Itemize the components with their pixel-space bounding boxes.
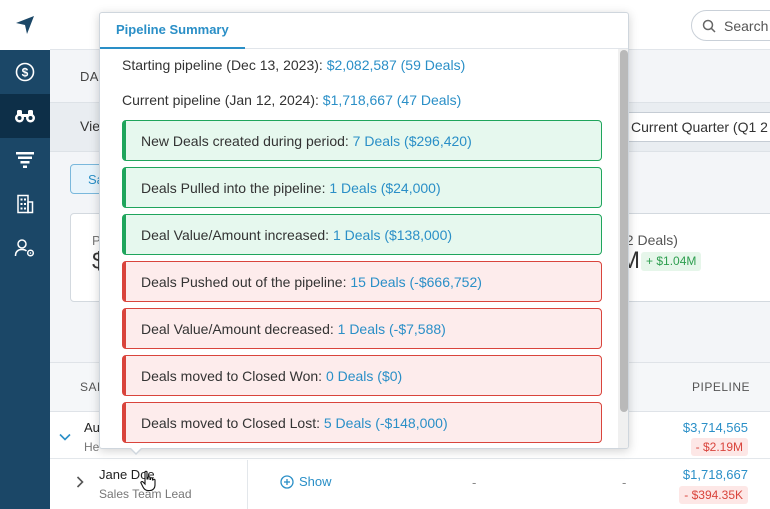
show-label: Show [299, 474, 332, 489]
sidebar-item-insights[interactable] [0, 94, 50, 138]
summary-item-label: Deals Pushed out of the pipeline: [141, 274, 351, 290]
summary-item-value[interactable]: 15 Deals (-$666,752) [350, 274, 482, 290]
svg-text:$: $ [22, 66, 29, 80]
summary-item-value[interactable]: 1 Deals (-$7,588) [338, 321, 446, 337]
search-icon [702, 19, 716, 33]
user-gear-icon [14, 239, 35, 257]
sidebar-item-accounts[interactable] [0, 182, 50, 226]
summary-item-closed-won[interactable]: Deals moved to Closed Won: 0 Deals ($0) [122, 355, 602, 396]
pipeline-summary-popover: Pipeline Summary Starting pipeline (Dec … [99, 12, 629, 449]
summary-item-closed-lost[interactable]: Deals moved to Closed Lost: 5 Deals (-$1… [122, 402, 602, 443]
summary-item-value-decreased[interactable]: Deal Value/Amount decreased: 1 Deals (-$… [122, 308, 602, 349]
tab-pipeline-summary[interactable]: Pipeline Summary [100, 13, 245, 49]
starting-pipeline-label: Starting pipeline (Dec 13, 2023): [122, 57, 327, 73]
summary-item-value-increased[interactable]: Deal Value/Amount increased: 1 Deals ($1… [122, 214, 602, 255]
app-logo[interactable] [0, 0, 50, 50]
funnel-icon [16, 152, 34, 168]
row-pipeline-value[interactable]: $3,714,565 [683, 420, 748, 435]
hand-cursor-icon [140, 470, 156, 492]
row-subtitle: He [84, 440, 100, 454]
paper-plane-icon [16, 16, 34, 34]
collapse-chevron-icon[interactable] [59, 428, 71, 446]
summary-item-label: Deals moved to Closed Won: [141, 368, 326, 384]
expand-chevron-icon[interactable] [76, 475, 84, 493]
summary-item-label: Deal Value/Amount decreased: [141, 321, 338, 337]
summary-item-label: Deals moved to Closed Lost: [141, 415, 324, 431]
plus-circle-icon [280, 474, 294, 489]
row-name: Au [84, 420, 100, 435]
row-pipeline-value[interactable]: $1,718,667 [683, 467, 748, 482]
dollar-circle-icon: $ [15, 62, 35, 82]
row-cell-empty: - [622, 475, 627, 490]
summary-item-value[interactable]: 0 Deals ($0) [326, 368, 402, 384]
search-input[interactable]: Search [691, 10, 770, 41]
summary-item-label: New Deals created during period: [141, 133, 353, 149]
summary-item-label: Deal Value/Amount increased: [141, 227, 333, 243]
current-pipeline: Current pipeline (Jan 12, 2024): $1,718,… [122, 92, 461, 108]
current-pipeline-label: Current pipeline (Jan 12, 2024): [122, 92, 323, 108]
starting-pipeline-value: $2,082,587 (59 Deals) [326, 57, 466, 73]
binoculars-icon [15, 110, 35, 123]
card-right-change-badge: + $1.04M [641, 252, 702, 271]
summary-item-value[interactable]: 1 Deals ($138,000) [333, 227, 452, 243]
period-select[interactable]: Current Quarter (Q1 2 [621, 112, 770, 142]
row-change-badge: - $394.35K [679, 486, 748, 504]
tab-dashboard[interactable]: DA [80, 69, 99, 84]
popover-scrollbar-thumb[interactable] [620, 50, 628, 412]
sidebar: $ [0, 0, 50, 509]
summary-item-new-deals[interactable]: New Deals created during period: 7 Deals… [122, 120, 602, 161]
popover-arrow-inner [131, 448, 141, 453]
table-row [50, 460, 770, 509]
current-pipeline-value: $1,718,667 (47 Deals) [322, 92, 462, 108]
building-icon [17, 194, 34, 214]
row-change-badge: - $2.19M [690, 438, 748, 456]
starting-pipeline: Starting pipeline (Dec 13, 2023): $2,082… [122, 57, 465, 73]
row-cell-empty: - [472, 475, 477, 490]
summary-item-value[interactable]: 5 Deals (-$148,000) [324, 415, 448, 431]
summary-item-pushed-out[interactable]: Deals Pushed out of the pipeline: 15 Dea… [122, 261, 602, 302]
summary-item-value[interactable]: 7 Deals ($296,420) [353, 133, 472, 149]
search-label: Search [724, 17, 769, 34]
view-label: Vie [80, 118, 100, 134]
summary-item-pulled-in[interactable]: Deals Pulled into the pipeline: 1 Deals … [122, 167, 602, 208]
col-header-pipeline[interactable]: PIPELINE [692, 380, 750, 394]
show-button[interactable]: Show [280, 474, 332, 489]
sidebar-item-funnel[interactable] [0, 138, 50, 182]
summary-item-label: Deals Pulled into the pipeline: [141, 180, 330, 196]
sidebar-item-revenue[interactable]: $ [0, 50, 50, 94]
sidebar-item-user-settings[interactable] [0, 226, 50, 270]
column-divider [247, 460, 248, 509]
summary-item-value[interactable]: 1 Deals ($24,000) [329, 180, 440, 196]
